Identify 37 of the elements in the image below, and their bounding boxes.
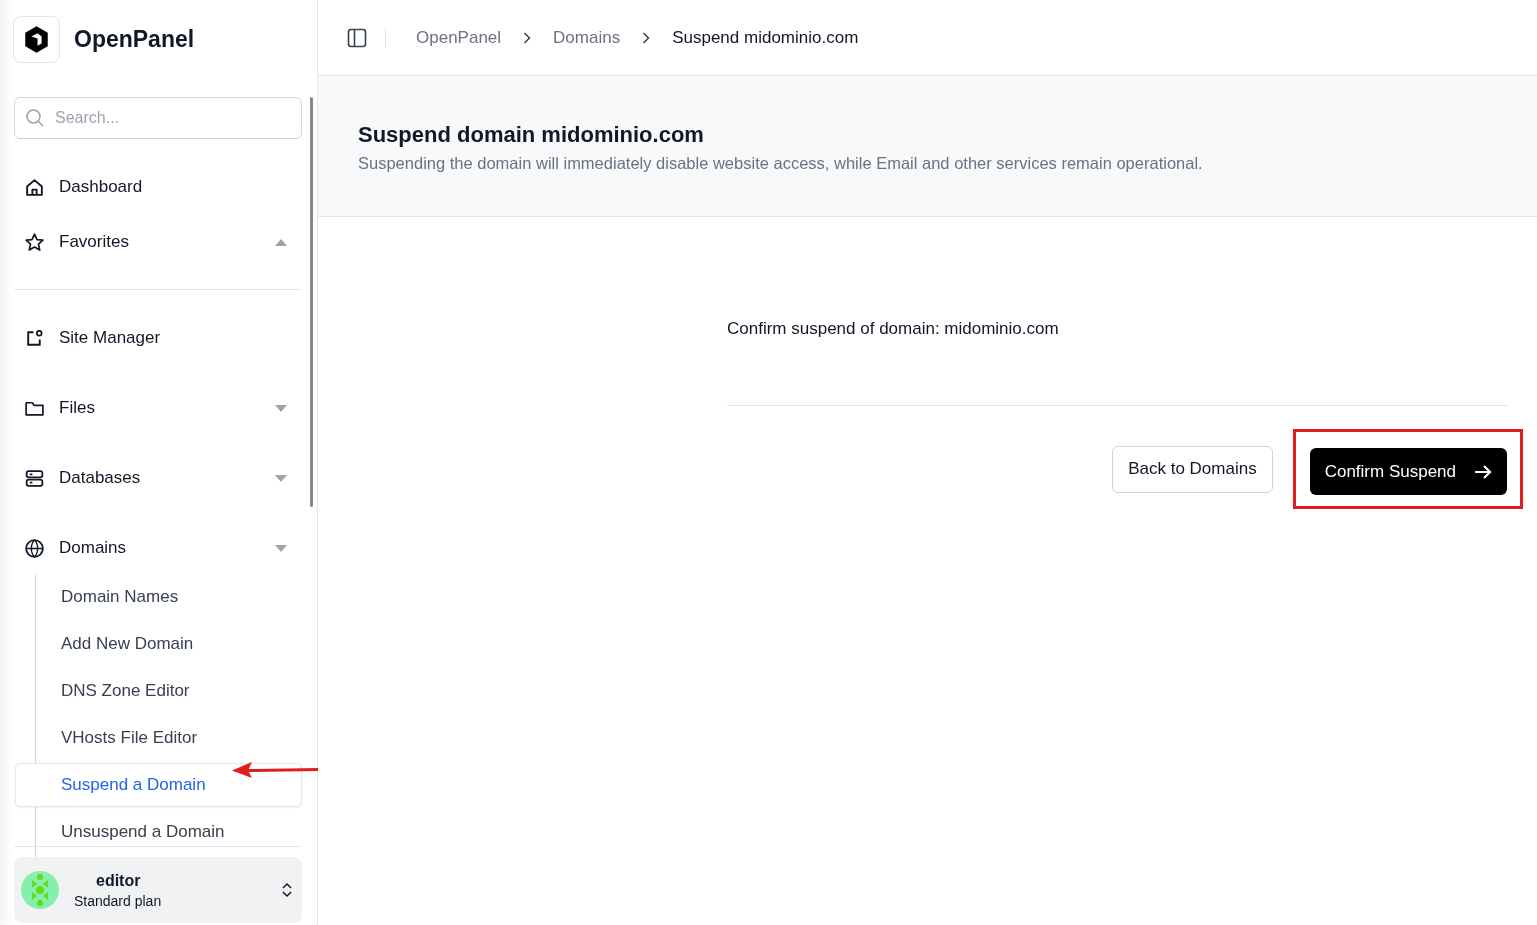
nav-item[interactable]: Databases: [14, 458, 302, 498]
submenu-item[interactable]: Add New Domain: [36, 622, 302, 666]
breadcrumb-item[interactable]: Domains: [553, 27, 621, 48]
avatar-icon: [20, 870, 60, 910]
home-icon: [24, 176, 45, 198]
confirm-button[interactable]: Confirm Suspend: [1309, 448, 1507, 495]
chevron-right-icon: [642, 31, 651, 44]
confirm-message: Confirm suspend of domain: midominio.com: [727, 319, 1060, 339]
user-plan: Standard plan: [74, 892, 162, 909]
search-icon: [25, 108, 45, 128]
submenu-item[interactable]: VHosts File Editor: [36, 716, 302, 760]
nav-item[interactable]: Files: [14, 388, 302, 428]
search-field[interactable]: Search...: [14, 97, 302, 139]
window-icon: [24, 327, 45, 349]
server-icon: [24, 467, 45, 489]
nav-item[interactable]: Favorites: [14, 222, 302, 262]
back-button[interactable]: Back to Domains: [1112, 445, 1273, 493]
user-name: editor: [96, 871, 141, 890]
breadcrumb-item: Suspend midominio.com: [672, 27, 859, 48]
nav-item[interactable]: Dashboard: [14, 167, 302, 207]
brand-name: OpenPanel: [74, 26, 195, 53]
page-description: Suspending the domain will immediately disable website access, while Email and other services remain operational.: [358, 154, 1204, 173]
nav-item[interactable]: Domains: [14, 528, 302, 568]
logo-icon: [13, 16, 60, 63]
submenu-item[interactable]: Domain Names: [36, 575, 302, 619]
submenu-item[interactable]: Unsuspend a Domain: [36, 810, 302, 854]
page-title: Suspend domain midominio.com: [358, 122, 705, 148]
nav-item[interactable]: Site Manager: [14, 318, 302, 358]
submenu-item[interactable]: Suspend a Domain: [15, 763, 302, 807]
sidebar-toggle-icon[interactable]: [347, 27, 367, 48]
chevron-right-icon: [523, 31, 532, 44]
globe-icon: [24, 537, 45, 559]
submenu-item[interactable]: DNS Zone Editor: [36, 669, 302, 713]
chevron-up-down-icon: [282, 882, 292, 898]
breadcrumb-item[interactable]: OpenPanel: [416, 27, 502, 48]
arrow-right-icon: [1474, 464, 1492, 479]
star-icon: [24, 231, 45, 253]
